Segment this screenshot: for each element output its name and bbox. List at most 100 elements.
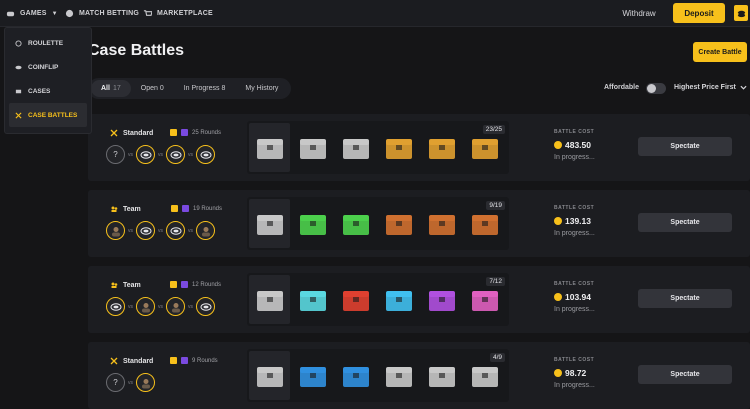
swords-icon: [110, 129, 118, 137]
players: ? vs: [106, 373, 155, 392]
spectate-button[interactable]: Spectate: [638, 289, 732, 308]
tab-open[interactable]: Open 0: [131, 80, 174, 97]
spectate-button[interactable]: Spectate: [638, 137, 732, 156]
tab-in-progress[interactable]: In Progress 8: [174, 80, 236, 97]
player-avatar[interactable]: [136, 221, 155, 240]
wallet-button[interactable]: [734, 5, 748, 21]
tab-all[interactable]: All 17: [91, 80, 131, 97]
menu-item-case-battles[interactable]: CASE BATTLES: [9, 103, 87, 127]
empty-slot[interactable]: ?: [106, 373, 125, 392]
rounds-label: 9 Rounds: [192, 357, 218, 364]
coins-icon: [737, 10, 745, 17]
battle-mode: Standard: [110, 129, 153, 137]
chevron-down-icon: [740, 85, 747, 90]
battle-mode: Team: [110, 281, 141, 289]
mode-label: Team: [123, 281, 141, 289]
battle-cost-label: BATTLE COST: [554, 281, 595, 287]
case-icon: [471, 138, 498, 159]
menu-item-cases[interactable]: CASES: [9, 79, 87, 103]
case-thumb[interactable]: [335, 275, 376, 324]
case-thumb[interactable]: [378, 123, 419, 172]
top-bar: GAMES ▼ MATCH BETTING MARKETPLACE Withdr…: [0, 0, 750, 27]
case-thumb[interactable]: [378, 275, 419, 324]
battle-status: In progress...: [554, 306, 595, 313]
empty-slot[interactable]: ?: [106, 145, 125, 164]
menu-item-coinflip[interactable]: COINFLIP: [9, 55, 87, 79]
tab-my-history[interactable]: My History: [235, 80, 288, 97]
nav-marketplace[interactable]: MARKETPLACE: [143, 0, 213, 27]
bolt-icon: [181, 281, 188, 288]
menu-item-roulette[interactable]: ROULETTE: [9, 31, 87, 55]
case-thumb[interactable]: [335, 351, 376, 400]
battle-cost: 98.72: [554, 368, 586, 378]
affordable-toggle[interactable]: [646, 83, 666, 94]
vs-label: vs: [158, 303, 163, 310]
vs-label: vs: [188, 151, 193, 158]
round-info: 19 Rounds: [171, 205, 222, 212]
gamepad-icon: [6, 11, 15, 17]
player-avatar[interactable]: [196, 145, 215, 164]
chevron-down-icon: ▼: [51, 10, 58, 17]
nav-games-label: GAMES: [20, 10, 47, 17]
cart-icon: [143, 10, 152, 16]
battle-cost: 483.50: [554, 140, 591, 150]
case-thumb[interactable]: [421, 275, 462, 324]
case-thumb[interactable]: [292, 351, 333, 400]
spectate-button[interactable]: Spectate: [638, 213, 732, 232]
case-icon: [256, 214, 283, 235]
coinflip-icon: [15, 65, 22, 69]
player-avatar[interactable]: [136, 297, 155, 316]
case-thumb[interactable]: [249, 199, 290, 248]
coin-icon: [554, 369, 562, 377]
player-avatar[interactable]: [166, 297, 185, 316]
bolt-icon: [182, 205, 189, 212]
case-icon: [342, 214, 369, 235]
battle-cost: 103.94: [554, 292, 591, 302]
case-thumb[interactable]: [249, 123, 290, 172]
case-icon: [428, 366, 455, 387]
case-icon: [299, 138, 326, 159]
player-avatar[interactable]: [106, 297, 125, 316]
coin-icon: [140, 150, 151, 159]
case-thumb[interactable]: [335, 199, 376, 248]
case-thumb[interactable]: [335, 123, 376, 172]
swords-icon: [110, 357, 118, 365]
player-avatar[interactable]: [196, 297, 215, 316]
player-avatar[interactable]: [106, 221, 125, 240]
deposit-button[interactable]: Deposit: [673, 3, 725, 23]
case-thumb[interactable]: [421, 123, 462, 172]
player-avatar[interactable]: [136, 145, 155, 164]
player-avatar[interactable]: [136, 373, 155, 392]
rounds-label: 12 Rounds: [192, 281, 222, 288]
player-avatar[interactable]: [166, 221, 185, 240]
filter-tabs: All 17 Open 0 In Progress 8 My History: [88, 78, 292, 99]
toggle-knob: [647, 84, 656, 93]
sort-dropdown[interactable]: Highest Price First: [674, 84, 747, 91]
withdraw-button[interactable]: Withdraw: [612, 4, 666, 23]
spectate-button[interactable]: Spectate: [638, 365, 732, 384]
case-icon: [342, 366, 369, 387]
nav-match-betting[interactable]: MATCH BETTING: [65, 0, 139, 27]
ball-icon: [65, 9, 74, 18]
player-avatar[interactable]: [196, 221, 215, 240]
cost-value: 98.72: [565, 368, 587, 378]
player-avatar[interactable]: [166, 145, 185, 164]
create-battle-button[interactable]: Create Battle: [693, 42, 747, 62]
case-thumb[interactable]: [292, 199, 333, 248]
case-thumb[interactable]: [292, 275, 333, 324]
nav-games[interactable]: GAMES ▼: [6, 0, 58, 27]
case-thumb[interactable]: [378, 199, 419, 248]
case-thumb[interactable]: [292, 123, 333, 172]
tab-label: In Progress 8: [183, 85, 226, 92]
battle-cost: 139.13: [554, 216, 591, 226]
case-thumb[interactable]: [249, 275, 290, 324]
case-thumb[interactable]: [421, 199, 462, 248]
case-thumb[interactable]: [249, 351, 290, 400]
coin-icon: [170, 150, 181, 159]
vs-label: vs: [188, 227, 193, 234]
coin-icon: [140, 226, 151, 235]
battle-row: Team 19 Rounds vs vs vs 9/19 BATTLE COST 139.13…: [88, 190, 750, 257]
case-thumb[interactable]: [421, 351, 462, 400]
rounds-label: 25 Rounds: [192, 129, 222, 136]
case-thumb[interactable]: [378, 351, 419, 400]
